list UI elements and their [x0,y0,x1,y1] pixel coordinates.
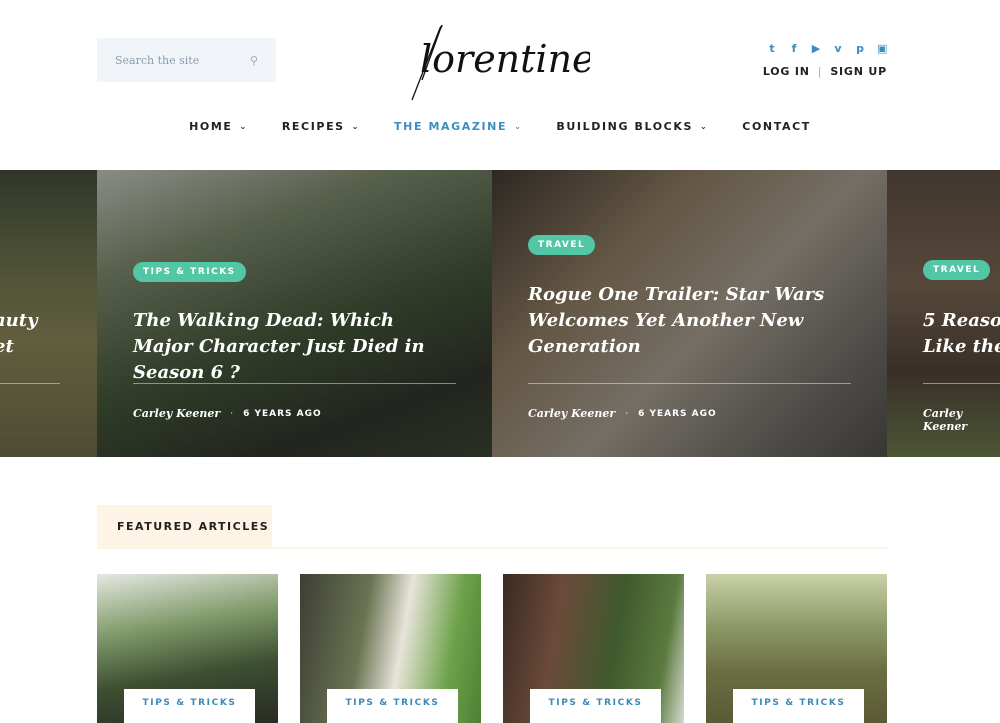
nav-label: HOME [189,120,233,133]
main-nav: HOME ⌄ RECIPES ⌄ THE MAGAZINE ⌄ BUILDING BL… [0,120,1000,133]
divider: | [817,65,823,78]
nav-label: RECIPES [281,120,345,133]
auth-links: LOG IN | SIGN UP [763,65,887,78]
nav-building-blocks[interactable]: BUILDING BLOCKS ⌄ [556,120,708,133]
featured-articles-heading: FEATURED ARTICLES [97,505,272,547]
author[interactable]: Carley Keener [133,407,220,420]
card-category[interactable]: TIPS & TRICKS [327,689,458,723]
slide-2[interactable]: TRAVEL Rogue One Trailer: Star Wars Welc… [492,170,887,457]
twitter-icon[interactable]: t [767,42,777,55]
chevron-down-icon: ⌄ [699,122,709,131]
slide-meta: Carley Keener [923,407,1000,433]
nav-label: BUILDING BLOCKS [556,120,693,133]
slide-title: autyet [0,310,38,357]
author[interactable]: Carley Keener [923,407,1000,433]
slide-title: 5 ReasonLike the C [923,310,1000,357]
author[interactable]: Carley Keener [528,407,615,420]
featured-card[interactable]: TIPS & TRICKS [97,574,278,723]
divider [528,383,851,384]
pinterest-icon[interactable]: p [855,42,865,55]
category-badge[interactable]: TRAVEL [528,235,596,255]
slide-next[interactable]: TRAVEL 5 ReasonLike the C Carley Keener [887,170,1000,457]
nav-recipes[interactable]: RECIPES ⌄ [282,120,360,133]
card-category[interactable]: TIPS & TRICKS [124,689,255,723]
logo-text: lorentine [420,37,590,81]
nav-contact[interactable]: CONTACT [742,120,811,133]
nav-the-magazine[interactable]: THE MAGAZINE ⌄ [394,120,522,133]
category-badge[interactable]: TRAVEL [923,260,991,280]
divider [97,547,887,549]
slide-meta: Carley Keener · 6 YEARS AGO [528,407,717,420]
chevron-down-icon: ⌄ [514,122,523,131]
site-logo[interactable]: lorentine [400,20,590,105]
divider [133,383,456,384]
timestamp: 6 YEARS AGO [243,408,322,419]
slide-title[interactable]: Rogue One Trailer: Star Wars Welcomes Ye… [528,282,848,360]
instagram-icon[interactable]: ▣ [877,42,887,55]
slide-meta: Carley Keener · 6 YEARS AGO [133,407,322,420]
featured-card[interactable]: TIPS & TRICKS [300,574,481,723]
signup-link[interactable]: SIGN UP [830,65,887,78]
youtube-icon[interactable]: ▶ [811,42,821,55]
category-badge[interactable]: TIPS & TRICKS [133,262,246,282]
card-category[interactable]: TIPS & TRICKS [530,689,661,723]
timestamp: 6 YEARS AGO [638,408,717,419]
divider [0,383,60,384]
facebook-icon[interactable]: f [789,42,799,55]
slide-title[interactable]: The Walking Dead: Which Major Character … [133,308,453,386]
login-link[interactable]: LOG IN [763,65,810,78]
chevron-down-icon: ⌄ [239,122,248,131]
featured-card[interactable]: TIPS & TRICKS [503,574,684,723]
nav-home[interactable]: HOME ⌄ [189,120,248,133]
nav-label: CONTACT [742,120,811,133]
slide-1[interactable]: TIPS & TRICKS The Walking Dead: Which Ma… [97,170,492,457]
slide-prev[interactable]: autyet [0,170,97,457]
nav-label: THE MAGAZINE [394,120,508,133]
featured-card[interactable]: TIPS & TRICKS [706,574,887,723]
social-links: t f ▶ v p ▣ [767,42,887,55]
chevron-down-icon: ⌄ [351,122,361,131]
vimeo-icon[interactable]: v [833,42,843,55]
search-placeholder: Search the site [115,53,200,67]
search-input[interactable]: Search the site ⚲ [97,38,276,82]
divider [923,383,1000,384]
hero-slider[interactable]: autyet TIPS & TRICKS The Walking Dead: W… [0,170,1000,457]
search-icon[interactable]: ⚲ [250,54,258,67]
card-category[interactable]: TIPS & TRICKS [733,689,864,723]
